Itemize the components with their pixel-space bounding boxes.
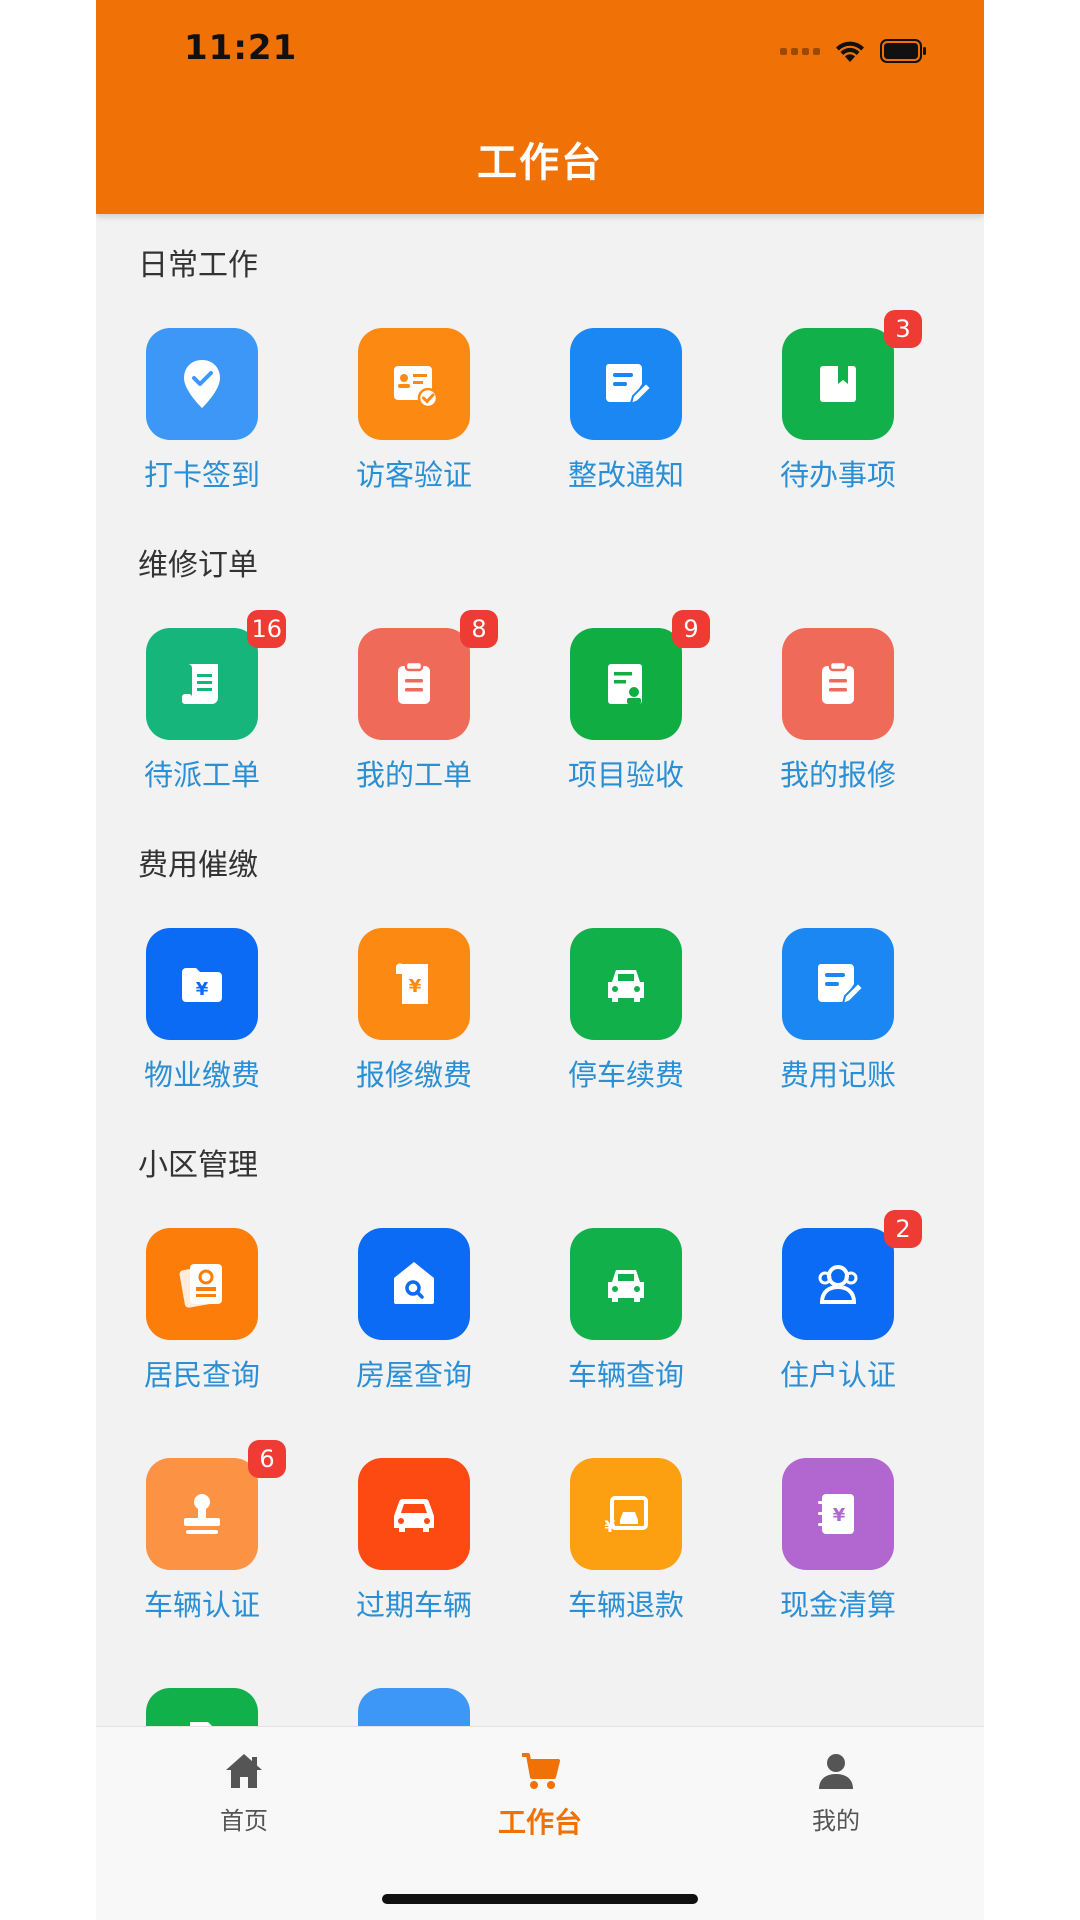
- household-verify-badge: 2: [884, 1210, 922, 1248]
- header-bar: 11:21 工作台: [96, 0, 984, 214]
- tile-rectification-notice[interactable]: 整改通知: [520, 328, 732, 508]
- id-card-check-icon: [358, 328, 470, 440]
- tile-check-in[interactable]: 打卡签到: [96, 328, 308, 508]
- tile-parking-renewal[interactable]: 停车续费: [520, 928, 732, 1108]
- stamp-icon: [146, 1458, 258, 1570]
- tile-my-repairs[interactable]: 我的报修: [732, 628, 944, 808]
- tile-label: 车辆退款: [567, 1588, 684, 1622]
- tile-label: 待派工单: [143, 758, 260, 792]
- car-refund-icon: ¥: [570, 1458, 682, 1570]
- tab-mine[interactable]: 我的: [736, 1749, 936, 1849]
- tile-label: 访客验证: [355, 458, 472, 492]
- edit-document-icon: [570, 328, 682, 440]
- tile-vehicle-refund[interactable]: ¥ 车辆退款: [520, 1458, 732, 1638]
- inspection-doc-icon: [570, 628, 682, 740]
- tile-label: 车辆查询: [567, 1358, 684, 1392]
- yen-book-icon: ¥: [782, 1458, 894, 1570]
- tile-resident-query[interactable]: 居民查询: [96, 1228, 308, 1408]
- bookmark-book-icon: [782, 328, 894, 440]
- users-icon: [782, 1228, 894, 1340]
- tile-label: 整改通知: [567, 458, 684, 492]
- tile-label: 我的工单: [355, 758, 472, 792]
- tile-expired-vehicles[interactable]: 过期车辆: [308, 1458, 520, 1638]
- tile-label: 住户认证: [779, 1358, 896, 1392]
- tile-house-query[interactable]: 房屋查询: [308, 1228, 520, 1408]
- car-front-icon: [570, 1228, 682, 1340]
- cart-icon: [522, 1753, 560, 1789]
- section-title-repair-orders: 维修订单: [138, 548, 258, 583]
- clipboard-icon: [358, 628, 470, 740]
- battery-icon: [880, 39, 926, 63]
- person-icon: [819, 1754, 853, 1789]
- vehicle-verify-badge: 6: [248, 1440, 286, 1478]
- tile-label: 停车续费: [567, 1058, 684, 1092]
- wifi-icon: [836, 41, 864, 62]
- tile-property-fee[interactable]: ¥ 物业缴费: [96, 928, 308, 1108]
- tile-household-verify[interactable]: 2 住户认证: [732, 1210, 944, 1408]
- home-indicator[interactable]: [382, 1894, 698, 1904]
- tile-visitor-verify[interactable]: 访客验证: [308, 328, 520, 508]
- svg-text:¥: ¥: [604, 1517, 615, 1536]
- tile-label: 打卡签到: [143, 458, 260, 492]
- tab-workbench[interactable]: 工作台: [440, 1749, 640, 1849]
- location-check-icon: [146, 328, 258, 440]
- tab-label: 首页: [220, 1807, 268, 1835]
- yen-bill-icon: ¥: [358, 928, 470, 1040]
- tile-fee-bookkeeping[interactable]: 费用记账: [732, 928, 944, 1108]
- edit-document-icon: [782, 928, 894, 1040]
- scroll-list-icon: [146, 628, 258, 740]
- car-icon: [358, 1458, 470, 1570]
- status-icons: [780, 34, 928, 68]
- tile-vehicle-verify[interactable]: 6 车辆认证: [96, 1440, 308, 1638]
- svg-text:¥: ¥: [196, 979, 209, 1000]
- tile-project-acceptance[interactable]: 9 项目验收: [520, 610, 732, 808]
- tile-label: 费用记账: [779, 1058, 896, 1092]
- tile-label: 报修缴费: [355, 1058, 472, 1092]
- todo-count-badge: 3: [884, 310, 922, 348]
- home-icon: [226, 1754, 262, 1788]
- chat-icon: [358, 1688, 470, 1726]
- tile-label: 我的报修: [779, 758, 896, 792]
- section-title-daily-work: 日常工作: [138, 248, 258, 283]
- workbench-content[interactable]: 日常工作 打卡签到 访客验证 整改通知 3 待办事项 维修订单 16 待派工单 …: [96, 214, 984, 1726]
- tab-label: 工作台: [497, 1806, 582, 1839]
- tab-home[interactable]: 首页: [144, 1749, 344, 1849]
- tile-partial-chat[interactable]: [308, 1688, 520, 1726]
- bottom-tab-bar: 首页 工作台 我的: [96, 1726, 984, 1920]
- svg-text:¥: ¥: [833, 1505, 846, 1526]
- document-icon: [146, 1688, 258, 1726]
- yen-folder-icon: ¥: [146, 928, 258, 1040]
- house-search-icon: [358, 1228, 470, 1340]
- tile-label: 过期车辆: [355, 1588, 472, 1622]
- tile-todo[interactable]: 3 待办事项: [732, 310, 944, 508]
- tile-label: 居民查询: [143, 1358, 260, 1392]
- tile-my-orders[interactable]: 8 我的工单: [308, 610, 520, 808]
- tile-label: 物业缴费: [143, 1058, 260, 1092]
- clipboard-icon: [782, 628, 894, 740]
- tile-pending-dispatch[interactable]: 16 待派工单: [96, 610, 308, 808]
- car-front-icon: [570, 928, 682, 1040]
- tile-repair-fee[interactable]: ¥ 报修缴费: [308, 928, 520, 1108]
- tile-partial-document[interactable]: [96, 1688, 308, 1726]
- resident-card-icon: [146, 1228, 258, 1340]
- tab-label: 我的: [812, 1807, 860, 1835]
- phone-screen: 11:21 工作台 日常工作 打卡签到 访客验证 整改通知 3 待办事项 维修订…: [96, 0, 984, 1920]
- my-orders-badge: 8: [460, 610, 498, 648]
- status-time: 11:21: [184, 28, 298, 68]
- tile-label: 房屋查询: [355, 1358, 472, 1392]
- project-acceptance-badge: 9: [672, 610, 710, 648]
- tile-label: 现金清算: [779, 1588, 896, 1622]
- pending-dispatch-badge: 16: [247, 610, 286, 648]
- section-title-fee-collection: 费用催缴: [138, 848, 258, 883]
- tile-label: 车辆认证: [143, 1588, 260, 1622]
- svg-text:¥: ¥: [409, 976, 422, 997]
- tile-label: 项目验收: [567, 758, 684, 792]
- tile-label: 待办事项: [779, 458, 896, 492]
- section-title-community-management: 小区管理: [138, 1148, 258, 1183]
- tile-cash-settlement[interactable]: ¥ 现金清算: [732, 1458, 944, 1638]
- signal-icon: [780, 47, 820, 55]
- page-title: 工作台: [477, 140, 603, 186]
- tile-vehicle-query[interactable]: 车辆查询: [520, 1228, 732, 1408]
